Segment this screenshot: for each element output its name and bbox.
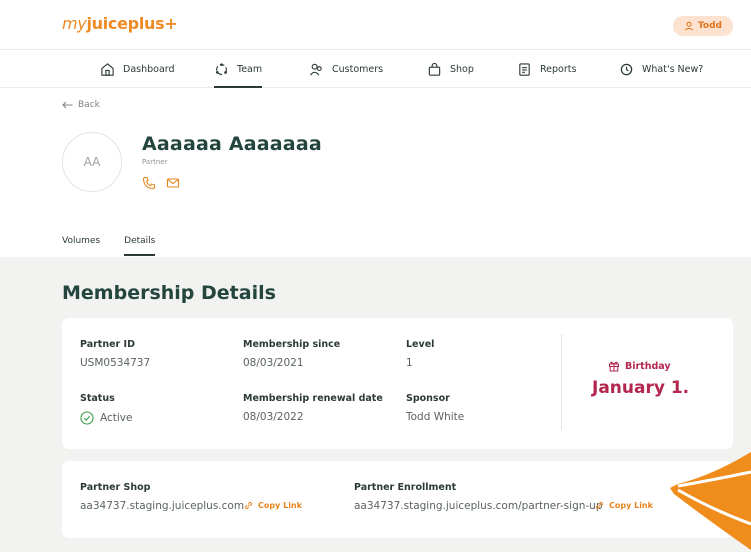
tab-volumes[interactable]: Volumes — [62, 228, 100, 256]
contact-actions — [142, 176, 180, 190]
level-value: 1 — [406, 357, 413, 369]
membership-since-value: 08/03/2021 — [243, 357, 304, 369]
nav-label: Dashboard — [123, 63, 175, 75]
status-label: Status — [80, 393, 115, 404]
nav-label: Team — [237, 63, 263, 75]
nav-item-dashboard[interactable]: Dashboard — [100, 50, 175, 88]
birthday-value: January 1. — [592, 378, 690, 398]
user-name: Todd — [697, 21, 722, 31]
section-title: Membership Details — [62, 282, 276, 304]
logo[interactable]: myjuiceplus+ — [62, 14, 178, 33]
sponsor-value: Todd White — [406, 411, 465, 423]
member-name: Aaaaaa Aaaaaaa — [142, 133, 322, 155]
copy-shop-link-button[interactable]: Copy Link — [243, 500, 302, 511]
shopping-bag-icon — [428, 62, 441, 76]
main-nav: Dashboard Team Customers Shop Reports Wh… — [0, 50, 751, 88]
partner-id-value: USM0534737 — [80, 357, 151, 369]
annotation-arrow-icon — [670, 452, 751, 550]
partner-enrollment-url: aa34737.staging.juiceplus.com/partner-si… — [354, 500, 603, 512]
membership-since-label: Membership since — [243, 339, 341, 350]
nav-item-reports[interactable]: Reports — [517, 50, 576, 88]
user-icon — [684, 21, 694, 31]
back-label: Back — [78, 100, 100, 110]
avatar: AA — [62, 132, 122, 192]
reports-icon — [519, 62, 530, 76]
partner-shop-label: Partner Shop — [80, 482, 151, 493]
link-icon — [595, 501, 604, 510]
phone-icon[interactable] — [142, 176, 156, 190]
partner-id-label: Partner ID — [80, 339, 135, 350]
subtabs: Volumes Details — [62, 228, 156, 256]
customers-icon — [309, 63, 322, 75]
nav-label: Shop — [450, 63, 474, 75]
arrow-left-icon — [62, 101, 73, 109]
partner-enrollment-label: Partner Enrollment — [354, 482, 457, 493]
nav-item-shop[interactable]: Shop — [427, 50, 474, 88]
copy-enrollment-link-button[interactable]: Copy Link — [594, 500, 653, 511]
status-value: Active — [80, 411, 132, 425]
copy-link-label: Copy Link — [609, 501, 653, 510]
top-bar: myjuiceplus+ Todd — [0, 0, 751, 50]
link-icon — [244, 501, 253, 510]
gift-icon — [609, 361, 619, 372]
home-icon — [101, 62, 114, 76]
nav-item-customers[interactable]: Customers — [309, 50, 383, 88]
check-circle-icon — [80, 411, 94, 425]
nav-item-team[interactable]: Team — [214, 50, 263, 88]
nav-label: Customers — [332, 63, 384, 75]
nav-item-whats-new[interactable]: What's New? — [619, 50, 703, 88]
member-role: Partner — [142, 158, 168, 166]
nav-label: What's New? — [642, 63, 704, 75]
logo-prefix: my — [62, 14, 87, 33]
sponsor-label: Sponsor — [406, 393, 450, 404]
renewal-date-label: Membership renewal date — [243, 393, 383, 404]
logo-main: juiceplus+ — [86, 14, 178, 33]
birthday-label: Birthday — [608, 360, 671, 372]
partner-shop-url: aa34737.staging.juiceplus.com — [80, 500, 245, 512]
tab-details[interactable]: Details — [124, 228, 156, 256]
team-icon — [215, 62, 228, 75]
card-divider — [561, 334, 562, 430]
back-link[interactable]: Back — [62, 100, 100, 110]
nav-label: Reports — [540, 63, 577, 75]
status-text: Active — [100, 412, 133, 424]
level-label: Level — [406, 339, 435, 350]
clock-icon — [620, 63, 633, 75]
user-menu-button[interactable]: Todd — [673, 16, 733, 36]
mail-icon[interactable] — [166, 176, 180, 190]
copy-link-label: Copy Link — [258, 501, 302, 510]
birthday-label-text: Birthday — [625, 360, 671, 372]
renewal-date-value: 08/03/2022 — [243, 411, 304, 423]
